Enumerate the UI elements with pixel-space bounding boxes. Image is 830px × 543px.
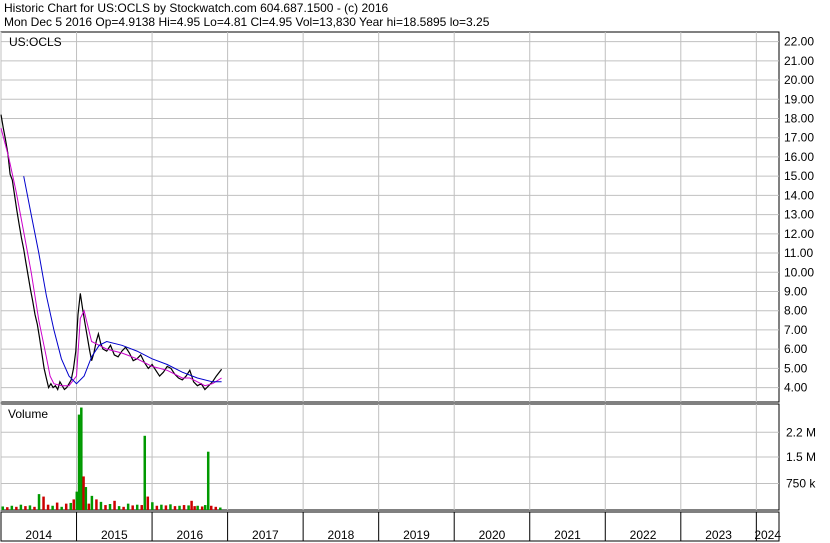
time-tick-label: 2020 <box>479 528 506 542</box>
volume-bar <box>64 503 68 510</box>
volume-bar <box>6 507 9 510</box>
price-tick-label: 19.00 <box>784 92 814 106</box>
volume-bar <box>51 505 54 510</box>
time-tick-label: 2015 <box>101 528 128 542</box>
price-tick-label: 15.00 <box>784 169 814 183</box>
time-tick-label: 2023 <box>705 528 732 542</box>
volume-bar <box>178 505 181 510</box>
volume-bar <box>42 496 45 510</box>
volume-tick-label: 750 k <box>786 477 816 491</box>
volume-bar <box>84 487 88 510</box>
time-tick-label: 2021 <box>554 528 581 542</box>
volume-bar <box>151 502 154 510</box>
price-tick-label: 5.00 <box>784 361 808 375</box>
price-tick-label: 10.00 <box>784 265 814 279</box>
volume-bar <box>1 506 5 510</box>
price-tick-label: 21.00 <box>784 54 814 68</box>
volume-bar <box>143 435 147 510</box>
price-tick-label: 14.00 <box>784 188 814 202</box>
price-tick-label: 9.00 <box>784 284 808 298</box>
volume-bar <box>164 505 168 510</box>
volume-bar <box>104 505 107 510</box>
volume-bar <box>219 507 222 510</box>
price-tick-label: 11.00 <box>784 246 813 260</box>
volume-bar <box>187 505 190 510</box>
symbol-label: US:OCLS <box>9 35 62 49</box>
volume-bar <box>135 504 139 510</box>
stock-chart: 22.00 21.00 20.00 19.00 18.00 17.00 16.00 15.00… <box>0 31 816 542</box>
volume-bar <box>146 496 150 510</box>
volume-bar <box>99 501 103 510</box>
price-tick-label: 6.00 <box>784 342 808 356</box>
volume-tick-label: 1.5 M <box>786 450 816 464</box>
volume-bar <box>131 505 134 510</box>
volume-bar <box>37 494 41 510</box>
volume-bar <box>55 502 59 510</box>
price-tick-label: 18.00 <box>784 111 814 125</box>
price-tick-label: 12.00 <box>784 227 814 241</box>
volume-bar <box>90 495 94 510</box>
time-tick-label: 2024 <box>754 528 781 542</box>
volume-bar <box>206 451 210 510</box>
time-tick-label: 2016 <box>176 528 203 542</box>
volume-bar <box>24 506 27 510</box>
volume-bar <box>10 505 14 510</box>
price-tick-label: 7.00 <box>784 323 808 337</box>
price-tick-label: 13.00 <box>784 208 814 222</box>
price-panel <box>0 31 780 403</box>
volume-bar <box>196 505 199 510</box>
volume-bar <box>160 504 163 510</box>
volume-bar <box>140 505 143 510</box>
volume-bar <box>87 503 91 510</box>
volume-bar <box>190 500 193 510</box>
volume-bar <box>126 503 130 510</box>
volume-bar <box>80 407 83 510</box>
volume-bar <box>113 500 116 510</box>
volume-axis: 2.2 M 1.5 M 750 k <box>786 425 816 490</box>
volume-bar <box>108 503 112 510</box>
time-tick-label: 2014 <box>25 528 52 542</box>
volume-tick-label: 2.2 M <box>786 425 816 439</box>
volume-bar <box>173 506 177 510</box>
volume-bar <box>95 499 98 510</box>
volume-label: Volume <box>8 407 48 421</box>
volume-bar <box>200 506 204 510</box>
volume-bar <box>77 414 81 510</box>
time-tick-label: 2022 <box>630 528 657 542</box>
price-tick-label: 16.00 <box>784 150 814 164</box>
volume-bar <box>169 504 172 510</box>
time-tick-label: 2017 <box>252 528 279 542</box>
volume-bar <box>19 504 23 510</box>
volume-bar <box>75 491 79 510</box>
volume-bar <box>203 505 207 510</box>
volume-bar <box>46 504 50 510</box>
time-tick-label: 2019 <box>403 528 430 542</box>
volume-bar <box>33 506 36 510</box>
price-tick-label: 20.00 <box>784 73 814 87</box>
volume-bar <box>60 506 63 510</box>
price-tick-label: 4.00 <box>784 381 808 395</box>
price-tick-label: 22.00 <box>784 35 814 49</box>
volume-bar <box>155 505 159 510</box>
volume-bar <box>69 502 72 510</box>
price-tick-label: 8.00 <box>784 304 808 318</box>
volume-bar <box>193 506 196 510</box>
volume-bar <box>82 476 85 510</box>
volume-bar <box>15 506 18 510</box>
volume-bar <box>117 506 121 510</box>
price-tick-label: 17.00 <box>784 131 814 145</box>
volume-bar <box>209 505 213 510</box>
time-tick-label: 2018 <box>328 528 355 542</box>
volume-bar <box>72 499 76 510</box>
volume-bar <box>122 506 125 510</box>
volume-bar <box>214 506 218 510</box>
volume-bar <box>28 505 32 510</box>
price-axis: 22.00 21.00 20.00 19.00 18.00 17.00 16.00 15.00… <box>784 35 814 395</box>
volume-bar <box>182 505 186 510</box>
